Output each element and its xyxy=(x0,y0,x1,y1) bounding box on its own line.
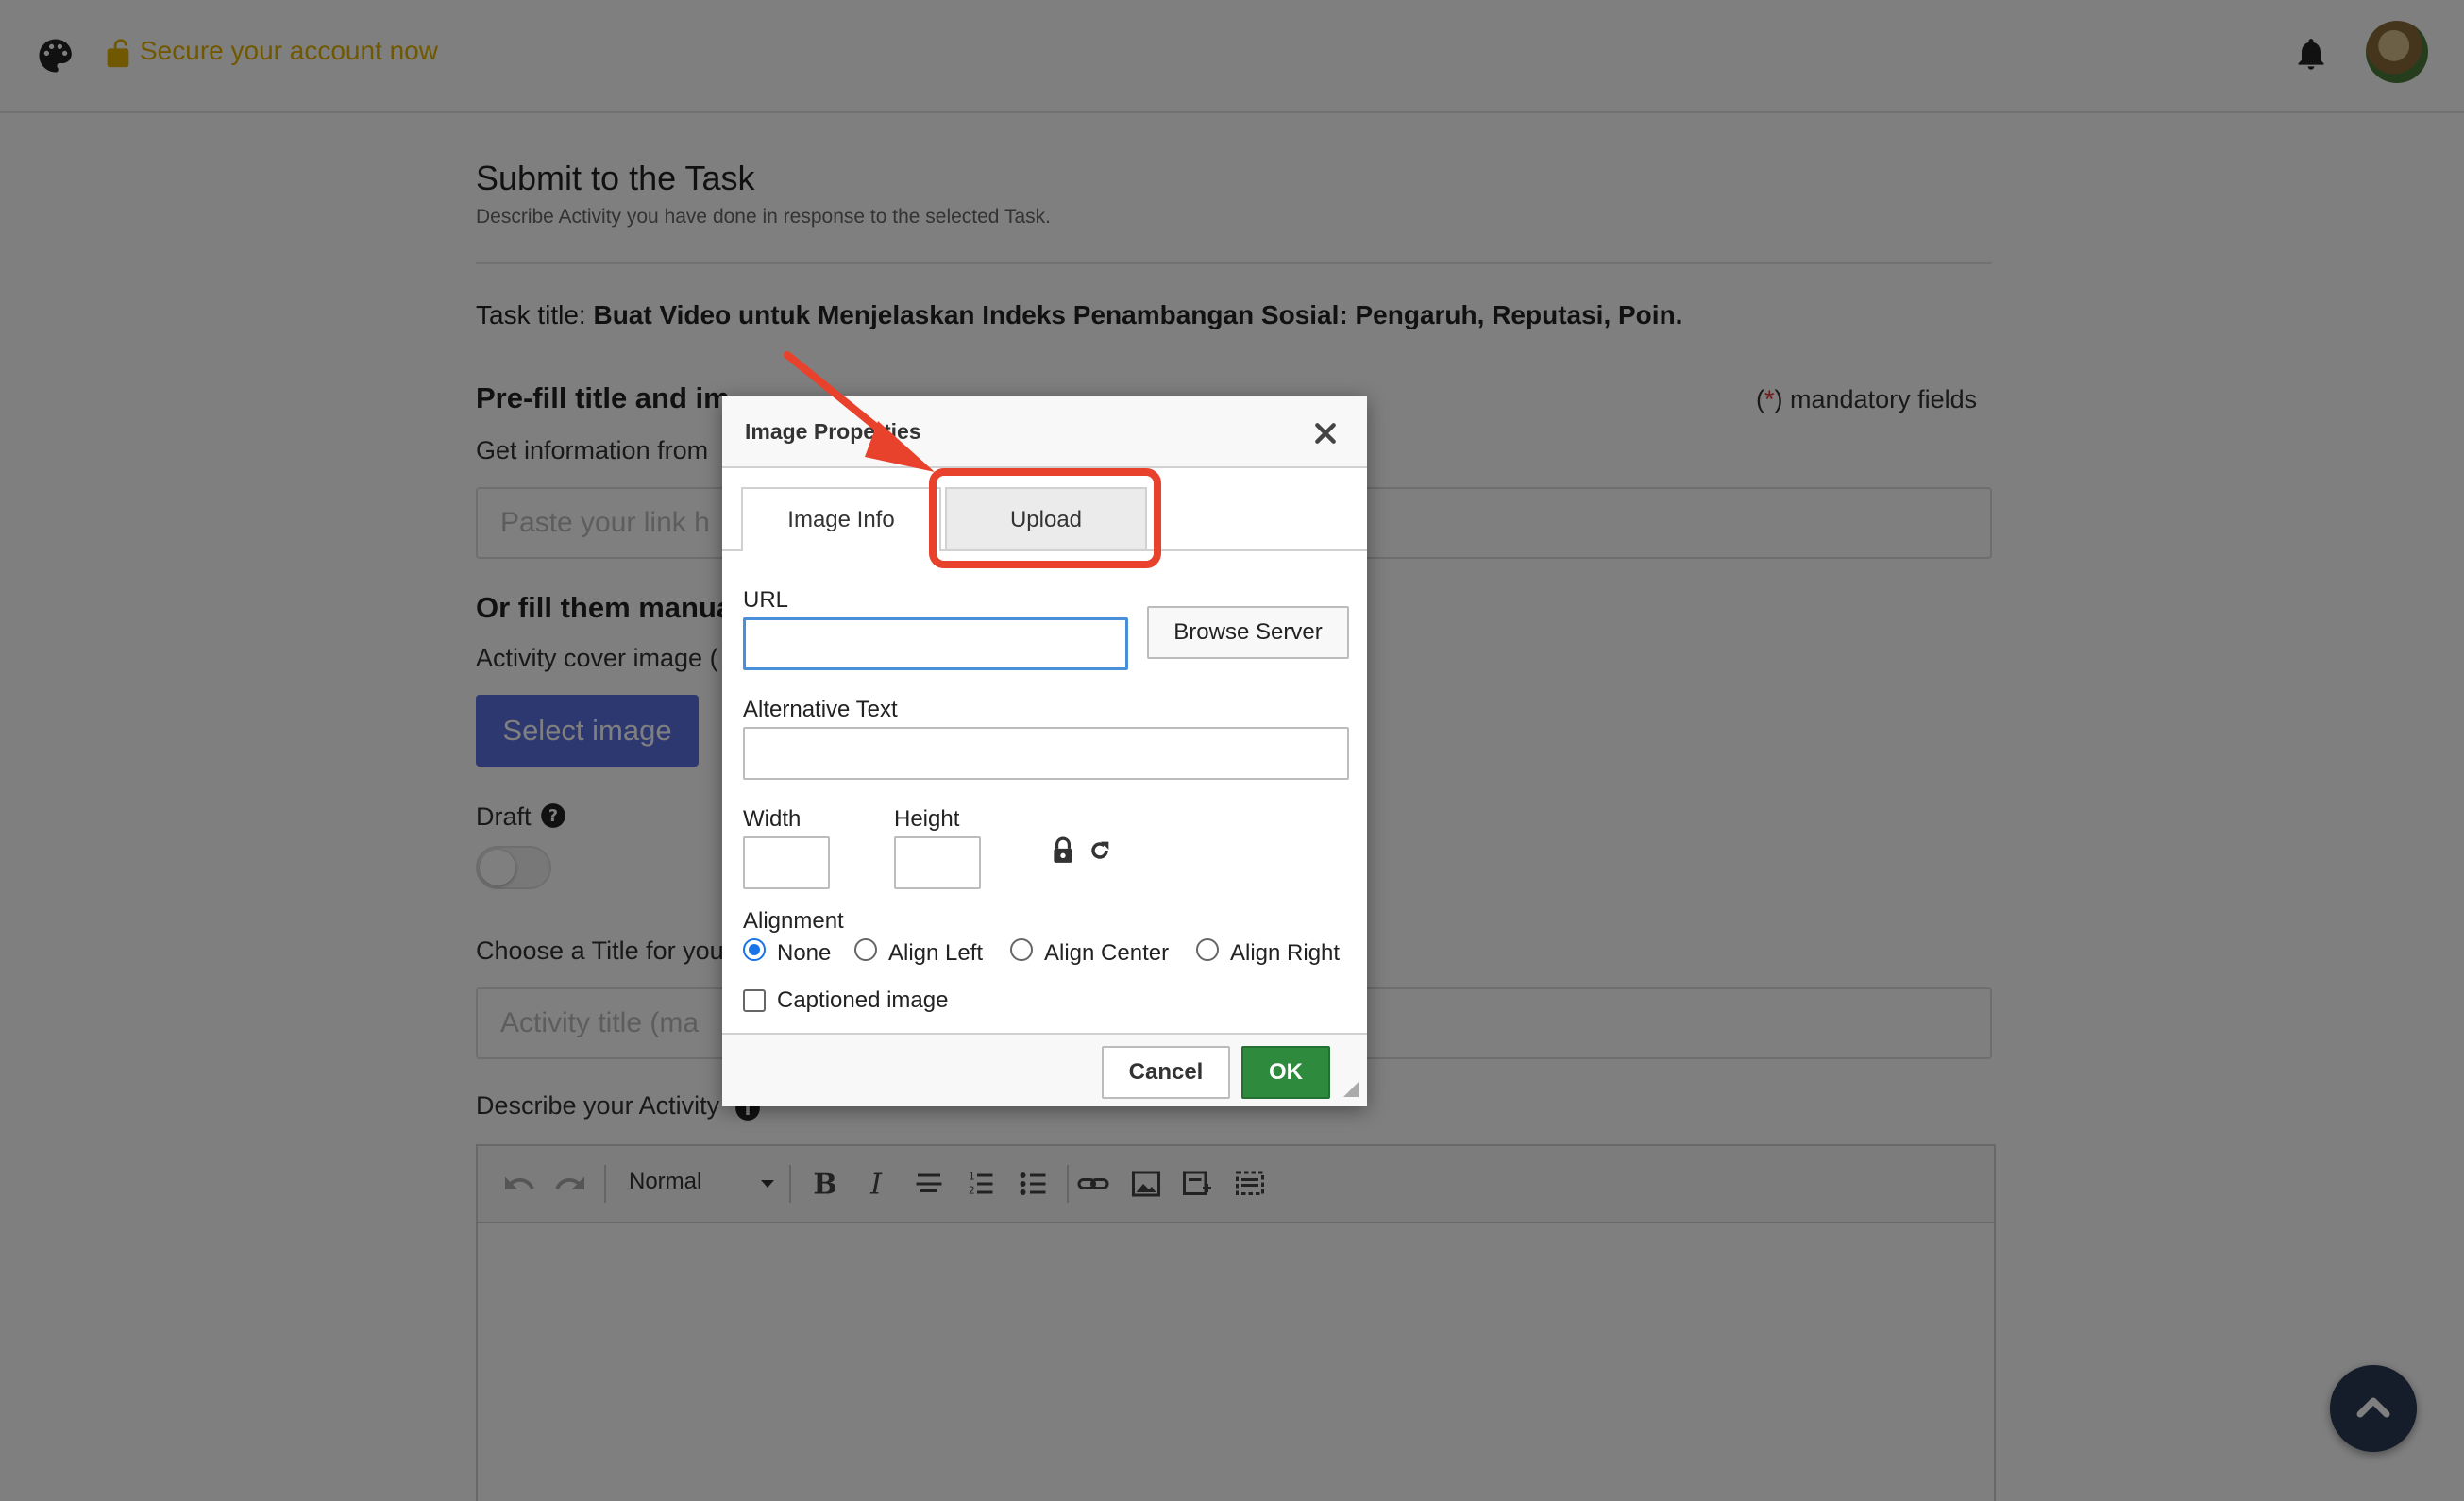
align-left-label[interactable]: Align Left xyxy=(888,940,983,967)
align-right-radio[interactable] xyxy=(1196,938,1219,961)
captioned-image-checkbox[interactable] xyxy=(743,989,766,1012)
alignment-label: Alignment xyxy=(743,908,844,934)
align-center-radio[interactable] xyxy=(1010,938,1033,961)
ok-button[interactable]: OK xyxy=(1241,1046,1330,1099)
reset-size-icon[interactable] xyxy=(1087,836,1113,865)
height-label: Height xyxy=(894,806,960,832)
browse-server-button[interactable]: Browse Server xyxy=(1147,606,1349,659)
align-none-radio[interactable] xyxy=(743,938,766,961)
align-left-radio[interactable] xyxy=(854,938,877,961)
resize-grip-icon[interactable] xyxy=(1340,1078,1359,1097)
url-label: URL xyxy=(743,587,789,613)
align-none-label[interactable]: None xyxy=(777,940,831,967)
cancel-button[interactable]: Cancel xyxy=(1102,1046,1230,1099)
alt-text-label: Alternative Text xyxy=(743,697,898,722)
close-icon[interactable] xyxy=(1313,421,1338,446)
tab-image-info[interactable]: Image Info xyxy=(741,487,941,551)
width-input[interactable] xyxy=(743,836,830,889)
annotation-arrow-icon xyxy=(784,351,935,472)
width-label: Width xyxy=(743,806,802,832)
align-center-label[interactable]: Align Center xyxy=(1044,940,1169,967)
url-input[interactable] xyxy=(743,617,1128,670)
annotation-highlight-box xyxy=(929,468,1161,568)
lock-ratio-icon[interactable] xyxy=(1051,836,1075,865)
alt-text-input[interactable] xyxy=(743,727,1349,780)
captioned-image-label[interactable]: Captioned image xyxy=(777,987,948,1014)
height-input[interactable] xyxy=(894,836,981,889)
active-tab-marker xyxy=(743,548,939,553)
align-right-label[interactable]: Align Right xyxy=(1230,940,1340,967)
